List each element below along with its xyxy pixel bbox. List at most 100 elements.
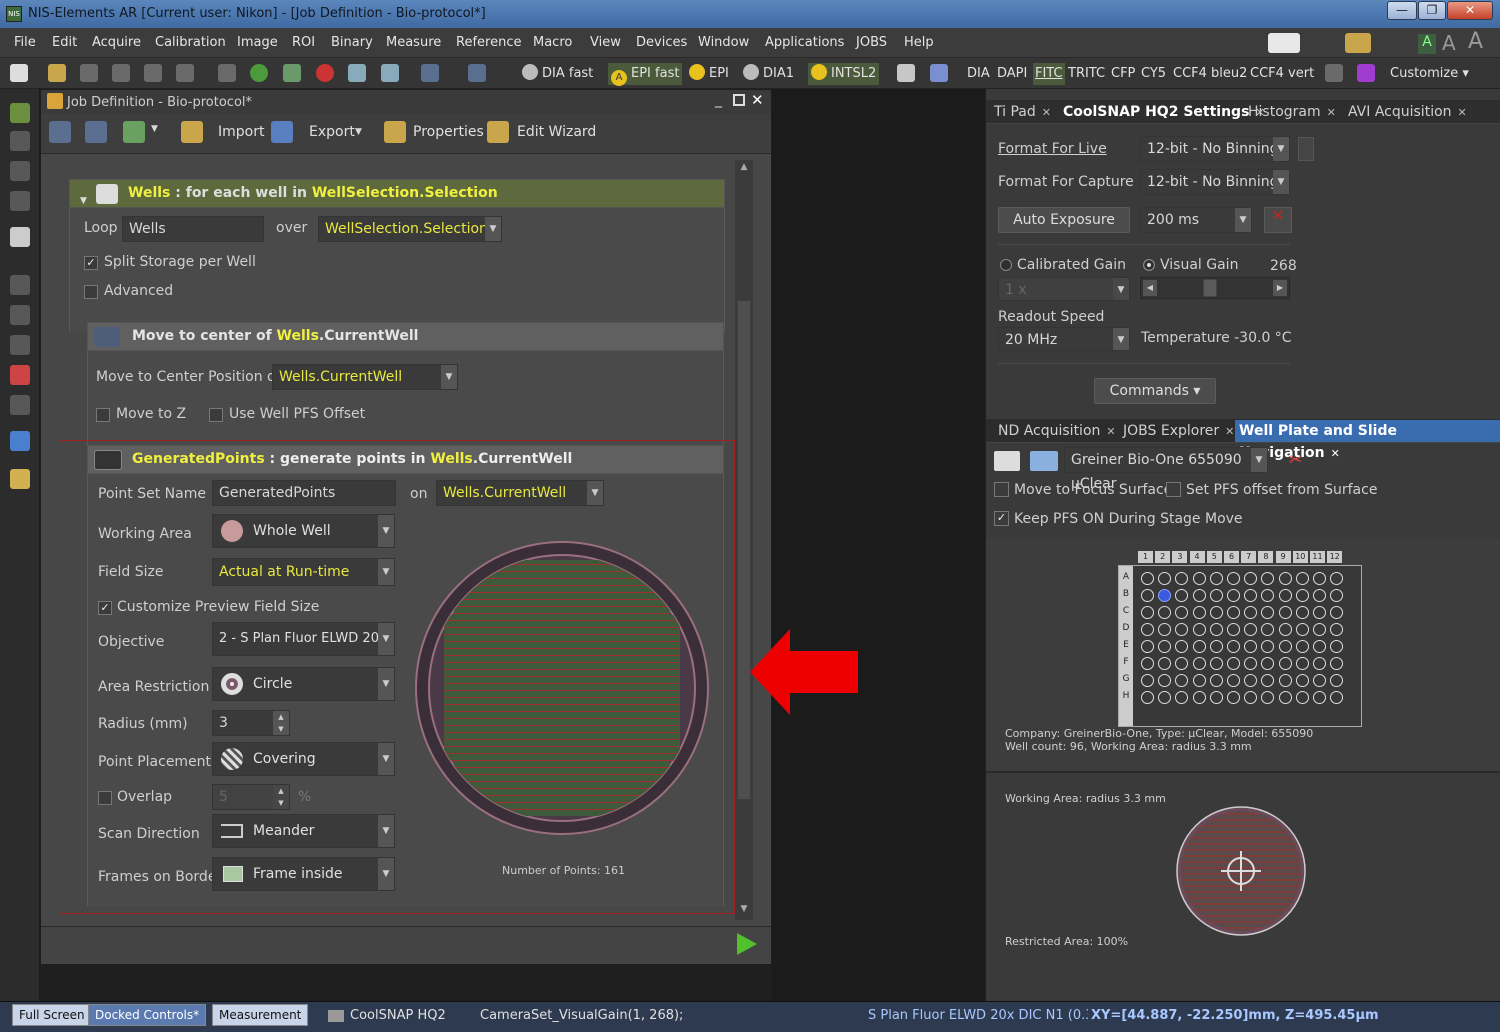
roi-icon[interactable] — [10, 305, 30, 325]
commands-button[interactable]: Commands ▾ — [1094, 378, 1216, 404]
well[interactable] — [1192, 640, 1206, 653]
intsl2-button[interactable]: INTSL2 — [808, 63, 880, 85]
well[interactable] — [1192, 691, 1206, 704]
over-select[interactable]: WellSelection.Selection ▼ — [318, 216, 502, 242]
well[interactable] — [1192, 674, 1206, 687]
field-size-select[interactable]: Actual at Run-time ▼ — [212, 558, 395, 586]
new-icon[interactable] — [10, 64, 28, 82]
well[interactable] — [1313, 691, 1326, 704]
well[interactable] — [1313, 657, 1326, 670]
plate-row-label[interactable]: G — [1119, 672, 1133, 687]
properties-icon[interactable] — [384, 121, 406, 143]
plate-col-label[interactable]: 7 — [1241, 551, 1257, 563]
well[interactable] — [1192, 623, 1206, 636]
visual-gain-radio[interactable] — [1143, 259, 1155, 271]
edit-icon[interactable] — [10, 469, 30, 489]
well[interactable] — [1330, 606, 1344, 619]
customize-button[interactable]: Customize ▾ — [1390, 63, 1469, 85]
undo-icon[interactable] — [112, 64, 130, 82]
slider-thumb[interactable] — [1203, 279, 1217, 297]
plate-row-label[interactable]: D — [1119, 621, 1133, 636]
well[interactable] — [1313, 640, 1326, 653]
tab-ti-pad[interactable]: Ti Pad ✕ — [994, 104, 1051, 120]
epi-fast-button[interactable]: A EPI fast — [608, 63, 683, 86]
well[interactable] — [1278, 657, 1292, 670]
well[interactable] — [1158, 691, 1172, 704]
plate-col-label[interactable]: 8 — [1258, 551, 1274, 563]
record-icon[interactable] — [316, 64, 334, 82]
well[interactable] — [1313, 572, 1326, 585]
menu-image[interactable]: Image — [237, 35, 278, 50]
tab-docked-controls[interactable]: Docked Controls* — [88, 1004, 207, 1026]
well[interactable] — [1209, 691, 1223, 704]
job-minimize-button[interactable]: _ — [715, 92, 722, 108]
pen-icon[interactable] — [10, 161, 30, 181]
tab-well-plate-navigation[interactable]: Well Plate and Slide Navigation ✕ — [1235, 420, 1500, 461]
menu-acquire[interactable]: Acquire — [92, 35, 141, 50]
filter-dapi[interactable]: DAPI — [997, 63, 1027, 85]
menu-calibration[interactable]: Calibration — [155, 35, 226, 50]
well[interactable] — [1209, 572, 1223, 585]
frames-on-border-select[interactable]: Frame inside ▼ — [212, 857, 395, 891]
well[interactable] — [1227, 589, 1240, 602]
sigma-icon[interactable] — [468, 64, 486, 82]
target-icon[interactable] — [10, 227, 30, 247]
well[interactable] — [1244, 674, 1258, 687]
menu-applications[interactable]: Applications — [765, 35, 844, 50]
live-icon[interactable] — [283, 64, 301, 82]
readout-speed-select[interactable]: 20 MHz ▼ — [998, 327, 1130, 351]
overlap-checkbox[interactable] — [98, 791, 112, 805]
well[interactable] — [1158, 589, 1172, 602]
well[interactable] — [1261, 640, 1275, 653]
well[interactable] — [1330, 657, 1344, 670]
well[interactable] — [1261, 606, 1275, 619]
well[interactable] — [1175, 606, 1189, 619]
menu-edit[interactable]: Edit — [52, 35, 77, 50]
objective-select[interactable]: 2 - S Plan Fluor ELWD 20x ▼ — [212, 622, 395, 656]
menu-roi[interactable]: ROI — [292, 35, 315, 50]
well[interactable] — [1141, 691, 1154, 704]
keep-pfs-checkbox[interactable]: ✓ — [994, 511, 1009, 526]
tab-nd-acquisition[interactable]: ND Acquisition ✕ — [998, 423, 1116, 439]
split-storage-checkbox[interactable]: ✓ — [84, 256, 98, 270]
well[interactable] — [1295, 657, 1309, 670]
well[interactable] — [1278, 691, 1292, 704]
font-large-icon[interactable]: A — [1468, 29, 1483, 54]
well[interactable] — [1227, 691, 1240, 704]
auto-exposure-button[interactable]: Auto Exposure — [998, 207, 1130, 233]
well[interactable] — [1330, 572, 1344, 585]
well[interactable] — [1175, 572, 1189, 585]
well[interactable] — [1278, 606, 1292, 619]
move-center-select[interactable]: Wells.CurrentWell ▼ — [272, 364, 458, 390]
well[interactable] — [1330, 691, 1344, 704]
well[interactable] — [1158, 606, 1172, 619]
well[interactable] — [1227, 657, 1240, 670]
well[interactable] — [1192, 606, 1206, 619]
redo-icon[interactable] — [144, 64, 162, 82]
run-menu-icon[interactable] — [123, 121, 145, 143]
well[interactable] — [1295, 691, 1309, 704]
properties-button[interactable]: Properties — [413, 124, 484, 140]
generate-section-header[interactable]: GeneratedPoints : generate points in Wel… — [87, 445, 724, 474]
brightness-icon[interactable] — [1268, 33, 1300, 53]
tool-icon[interactable] — [176, 64, 194, 82]
menu-window[interactable]: Window — [698, 35, 749, 50]
well[interactable] — [1209, 640, 1223, 653]
zoom-icon[interactable] — [10, 131, 30, 151]
menu-jobs[interactable]: JOBS — [856, 35, 887, 50]
export-button[interactable]: Export — [309, 124, 355, 140]
well[interactable] — [1158, 640, 1172, 653]
well[interactable] — [1261, 657, 1275, 670]
chevron-down-icon[interactable]: ▼ — [355, 127, 362, 137]
well[interactable] — [1244, 589, 1258, 602]
exposure-select[interactable]: 200 ms ▼ — [1140, 207, 1252, 233]
well[interactable] — [1141, 640, 1154, 653]
turret-icon[interactable] — [930, 64, 948, 82]
well[interactable] — [1209, 623, 1223, 636]
move-to-z-checkbox[interactable] — [96, 408, 110, 422]
well[interactable] — [1330, 674, 1344, 687]
well[interactable] — [1295, 640, 1309, 653]
edit-wizard-icon[interactable] — [487, 121, 509, 143]
well[interactable] — [1244, 691, 1258, 704]
well[interactable] — [1278, 640, 1292, 653]
